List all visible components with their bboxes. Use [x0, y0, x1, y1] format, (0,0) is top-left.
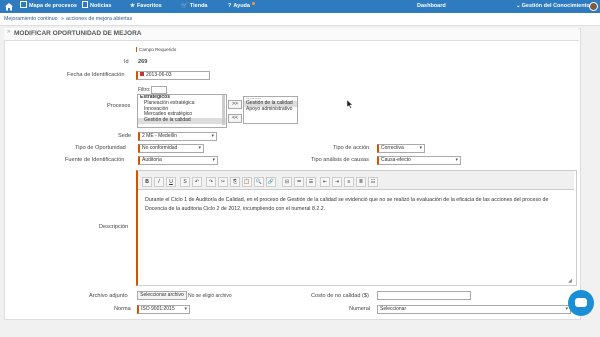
underline-button[interactable]: U [166, 177, 176, 187]
undo-button[interactable]: ↶ [192, 177, 202, 187]
resize-handle-icon[interactable]: ◢ [568, 278, 572, 284]
breadcrumb-root[interactable]: Mejoramiento continuo [4, 13, 58, 25]
unordered-list-button[interactable]: ⊟ [282, 177, 292, 187]
nav-item-mapa[interactable]: Mapa de procesos [20, 0, 77, 13]
fecha-label: Fecha de Identificación [67, 72, 125, 78]
cart-icon: 🛒 [181, 3, 188, 9]
ordered-list-button[interactable]: ≔ [294, 177, 304, 187]
nav-item-gestion-conocimiento[interactable]: ⌄Gestión del Conocimiento [516, 0, 590, 13]
home-icon[interactable] [4, 2, 14, 13]
link-button[interactable]: 🔗 [266, 177, 276, 187]
outdent-button[interactable]: ⇤ [320, 177, 330, 187]
move-right-button[interactable]: >> [228, 100, 242, 109]
align-center-button[interactable]: ≡ [344, 177, 354, 187]
nav-item-ayuda[interactable]: ? Ayuda [228, 0, 255, 13]
nav-item-noticias[interactable]: Noticias [82, 0, 111, 13]
chat-button[interactable] [568, 290, 594, 316]
descripcion-text[interactable]: Durante el Ciclo 1 de Auditoría de Calid… [145, 196, 567, 214]
copy-button[interactable]: ⎘ [230, 177, 240, 187]
procesos-label: Procesos [107, 103, 131, 109]
costo-input[interactable] [377, 291, 471, 300]
id-value: 269 [138, 59, 148, 65]
fecha-field[interactable]: 2013-06-03 [136, 71, 210, 80]
fuente-select[interactable]: Auditoria [138, 156, 218, 165]
procesos-available-list[interactable]: Estratégicos Planeación estratégica Inno… [137, 94, 227, 128]
nav-item-favoritos[interactable]: ★ Favoritos [130, 0, 162, 13]
chevron-down-icon: ⌄ [516, 3, 521, 9]
numeral-label: Numeral [349, 306, 371, 312]
tipo-accion-select[interactable]: Correctiva [377, 144, 425, 153]
find-button[interactable]: 🔍 [254, 177, 264, 187]
star-icon: ★ [130, 3, 135, 9]
sede-label: Sede [118, 133, 132, 139]
nav-item-dashboard[interactable]: Dashboard [417, 0, 446, 13]
mouse-cursor-icon [346, 99, 354, 111]
filtro-label: Filtro: [138, 87, 151, 93]
tipo-accion-label: Tipo de acción [333, 145, 370, 151]
bold-button[interactable]: B [142, 177, 152, 187]
breadcrumb: Mejoramiento continuo » acciones de mejo… [0, 13, 600, 26]
tipo-analisis-select[interactable]: Causa-efecto [377, 156, 461, 165]
italic-button[interactable]: I [154, 177, 164, 187]
fuente-label: Fuente de Identificación [65, 157, 125, 163]
sitemap-icon [20, 1, 27, 8]
id-label: Id [124, 59, 129, 65]
page-title: MODIFICAR OPORTUNIDAD DE MEJORA [14, 30, 142, 37]
calendar-icon [140, 72, 144, 76]
top-navigation-bar: Mapa de procesos Noticias ★ Favoritos 🛒 Ti… [0, 0, 600, 13]
required-note: Campo Requerido [139, 47, 177, 52]
chat-icon [575, 298, 587, 307]
table-button[interactable]: ☷ [368, 177, 378, 187]
news-icon [82, 1, 88, 8]
paste-button[interactable]: 📋 [242, 177, 252, 187]
notification-dot [252, 2, 255, 5]
justify-button[interactable]: ☰ [306, 177, 316, 187]
breadcrumb-current[interactable]: acciones de mejora abiertas [66, 13, 132, 25]
tipo-oportunidad-select[interactable]: No conformidad [138, 144, 204, 153]
tipo-analisis-label: Tipo análisis de causas [311, 157, 369, 163]
list-item[interactable]: Gestión de la calidad [138, 117, 226, 124]
tipo-oportunidad-label: Tipo de Oportunidad [75, 145, 126, 151]
sede-select[interactable]: 2 ME - Medellín [138, 132, 217, 141]
descripcion-label: Descripción [99, 224, 129, 230]
collapse-icon[interactable]: » [7, 29, 10, 35]
list-item[interactable]: Apoyo administrativo [244, 106, 297, 113]
redo-button[interactable]: ↷ [206, 177, 216, 187]
list-scrollbar[interactable] [222, 95, 225, 125]
panel-header: » MODIFICAR OPORTUNIDAD DE MEJORA [4, 28, 579, 41]
nav-item-tienda[interactable]: 🛒 Tienda [181, 0, 208, 13]
strike-button[interactable]: S [180, 177, 190, 187]
file-status: No se eligió archivo [188, 293, 232, 299]
norma-label: Norma [114, 306, 131, 312]
procesos-selected-list[interactable]: --------- Gestión de la calidad Apoyo ad… [243, 96, 298, 124]
costo-label: Costo de no calidad ($) [311, 293, 369, 299]
help-icon: ? [228, 3, 232, 9]
archivo-label: Archivo adjunto [89, 293, 128, 299]
avatar[interactable] [589, 2, 598, 11]
file-select-button[interactable]: Seleccionar archivo [137, 291, 187, 300]
indent-button[interactable]: ⇥ [332, 177, 342, 187]
required-marker [136, 47, 137, 52]
cut-button[interactable]: ✂ [218, 177, 228, 187]
breadcrumb-separator: » [61, 16, 64, 22]
move-left-button[interactable]: << [228, 114, 242, 123]
numeral-select[interactable]: Seleccionar [377, 305, 571, 314]
filtro-input[interactable] [151, 86, 167, 94]
align-right-button[interactable]: ≣ [356, 177, 366, 187]
norma-select[interactable]: ISO 9001:2015 [137, 305, 190, 314]
